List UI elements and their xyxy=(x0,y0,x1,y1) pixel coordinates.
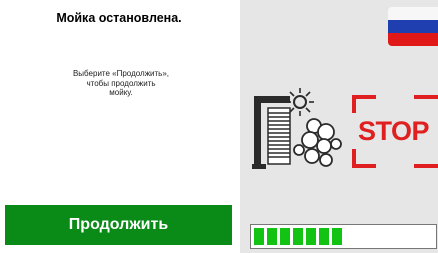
progress-segment xyxy=(306,228,316,245)
car-wash-icon xyxy=(252,88,342,169)
right-panel: STOP xyxy=(240,0,438,253)
progress-segment xyxy=(319,228,329,245)
stop-sign-icon: STOP xyxy=(352,95,438,168)
flag-stripe-red xyxy=(388,33,438,46)
continue-button[interactable]: Продолжить xyxy=(5,205,232,245)
progress-segment xyxy=(254,228,264,245)
russia-flag-icon[interactable] xyxy=(388,7,438,46)
progress-segment xyxy=(280,228,290,245)
progress-segment xyxy=(267,228,277,245)
left-panel: Мойка остановлена. Выберите «Продолжить»… xyxy=(0,0,240,253)
progress-segment xyxy=(293,228,303,245)
flag-stripe-blue xyxy=(388,20,438,33)
progress-fill xyxy=(254,228,342,245)
progress-segment xyxy=(332,228,342,245)
flag-stripe-white xyxy=(388,7,438,20)
progress-bar xyxy=(250,224,437,249)
instruction-message: Выберите «Продолжить», чтобы продолжить … xyxy=(72,69,170,97)
status-title: Мойка остановлена. xyxy=(56,11,182,25)
stop-label: STOP xyxy=(358,116,430,146)
